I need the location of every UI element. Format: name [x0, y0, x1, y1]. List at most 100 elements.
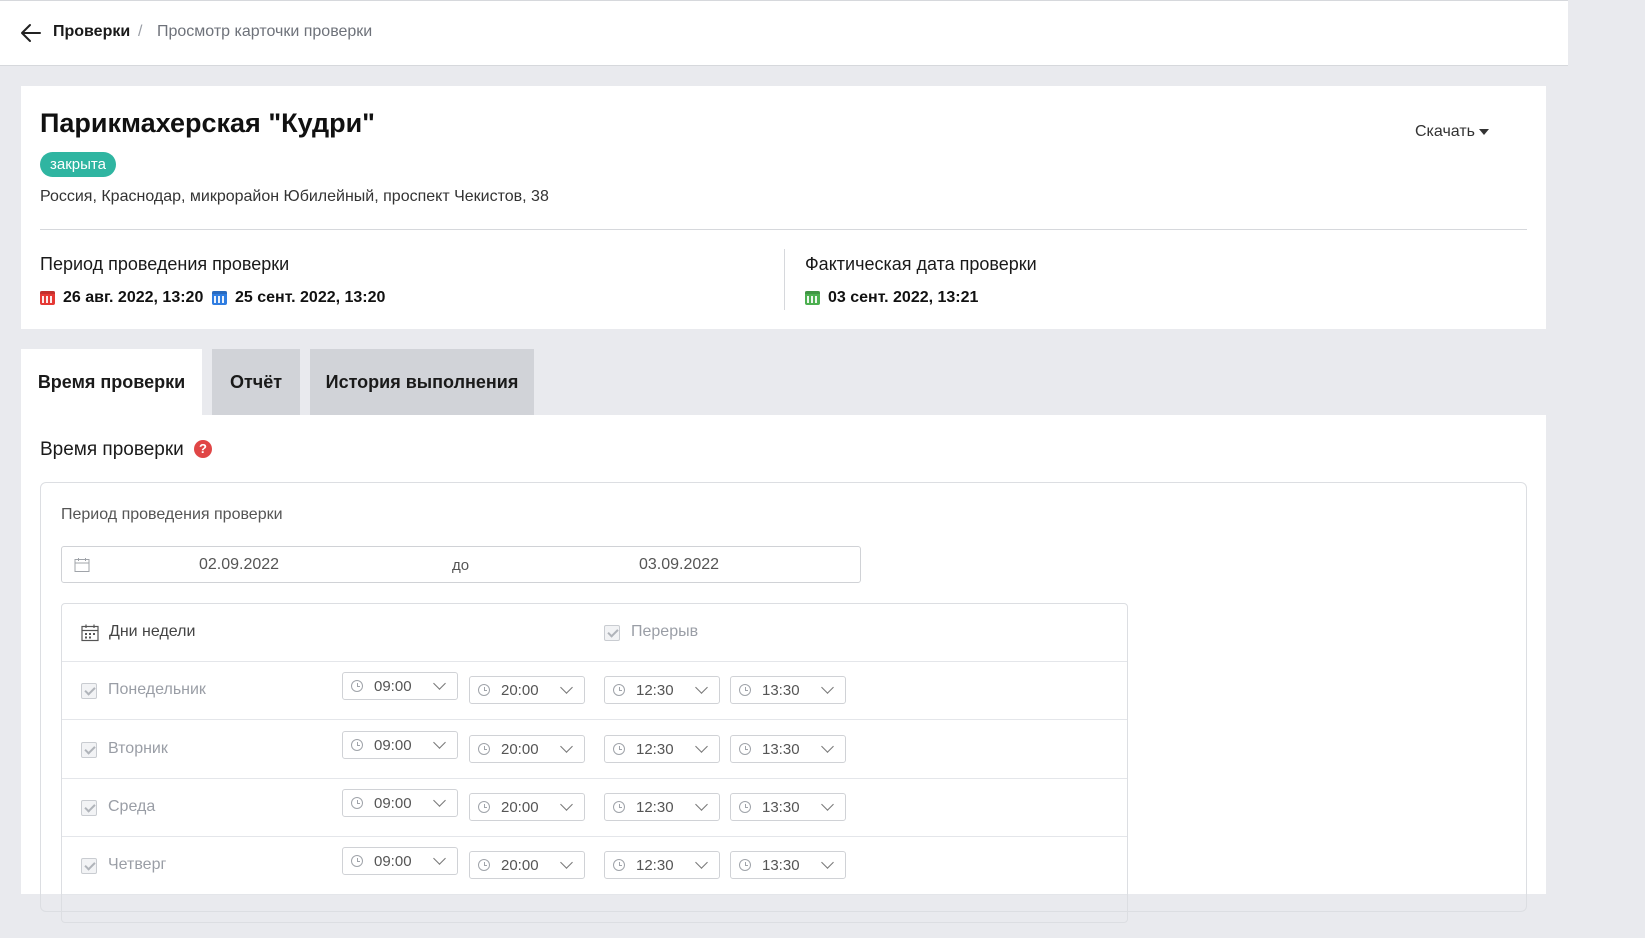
- end-time-select[interactable]: 20:00: [469, 735, 585, 763]
- chevron-down-icon: [695, 798, 708, 811]
- tab-label: История выполнения: [325, 371, 519, 392]
- period-end-value: 25 сент. 2022, 13:20: [235, 289, 386, 306]
- period-start: 26 авг. 2022, 13:20: [40, 289, 203, 307]
- clock-icon: [478, 859, 490, 871]
- end-time-value: 20:00: [501, 857, 539, 874]
- chevron-down-icon: [433, 677, 446, 690]
- clock-icon: [478, 743, 490, 755]
- arrow-left-icon[interactable]: [20, 22, 42, 44]
- chevron-down-icon: [695, 681, 708, 694]
- chevron-down-icon: [433, 852, 446, 865]
- chevron-down-icon: [560, 740, 573, 753]
- end-time-value: 20:00: [501, 682, 539, 699]
- start-time-select[interactable]: 09:00: [342, 847, 458, 875]
- clock-icon: [351, 855, 363, 867]
- weekday-schedule: Дни недели Перерыв Понедельник 09:00 20:…: [61, 603, 1128, 923]
- break-end-value: 13:30: [762, 857, 800, 874]
- period-label: Период проведения проверки: [40, 254, 290, 274]
- tab-time[interactable]: Время проверки: [21, 349, 202, 415]
- break-end-value: 13:30: [762, 682, 800, 699]
- vertical-divider: [784, 249, 785, 310]
- day-label: Четверг: [108, 856, 167, 873]
- break-start-select[interactable]: 12:30: [604, 793, 720, 821]
- calendar-fact-icon: [805, 291, 820, 305]
- tab-history[interactable]: История выполнения: [310, 349, 534, 415]
- download-button[interactable]: Скачать: [1415, 123, 1489, 141]
- day-checkbox[interactable]: [81, 800, 97, 816]
- start-time-select[interactable]: 09:00: [342, 731, 458, 759]
- day-checkbox[interactable]: [81, 742, 97, 758]
- clock-icon: [351, 739, 363, 751]
- clock-icon: [613, 859, 625, 871]
- date-range-input[interactable]: 02.09.2022 до 03.09.2022: [61, 546, 861, 583]
- end-time-select[interactable]: 20:00: [469, 851, 585, 879]
- end-time-value: 20:00: [501, 741, 539, 758]
- period-end: 25 сент. 2022, 13:20: [212, 289, 385, 307]
- chevron-down-icon: [433, 794, 446, 807]
- schedule-row: Понедельник 09:00 20:00 12:30 13:30: [62, 662, 1127, 720]
- tab-report[interactable]: Отчёт: [212, 349, 300, 415]
- calendar-icon: [81, 624, 99, 642]
- end-time-select[interactable]: 20:00: [469, 676, 585, 704]
- calendar-icon: [74, 558, 90, 572]
- download-label: Скачать: [1415, 123, 1475, 140]
- break-start-value: 12:30: [636, 682, 674, 699]
- calendar-end-icon: [212, 291, 227, 305]
- chevron-down-icon: [821, 798, 834, 811]
- fact-date-label: Фактическая дата проверки: [805, 254, 1037, 274]
- chevron-down-icon: [821, 856, 834, 869]
- fact-date-value: 03 сент. 2022, 13:21: [828, 289, 979, 306]
- day-label: Среда: [108, 798, 156, 815]
- clock-icon: [478, 801, 490, 813]
- clock-icon: [351, 797, 363, 809]
- date-range-from: 02.09.2022: [199, 556, 280, 573]
- date-range-to: 03.09.2022: [639, 556, 720, 573]
- breadcrumb-bar: Проверки / Просмотр карточки проверки: [0, 0, 1568, 66]
- break-start-select[interactable]: 12:30: [604, 851, 720, 879]
- clock-icon: [613, 743, 625, 755]
- clock-icon: [351, 680, 363, 692]
- break-start-value: 12:30: [636, 741, 674, 758]
- chevron-down-icon: [821, 681, 834, 694]
- chevron-down-icon: [695, 740, 708, 753]
- time-settings-box: Период проведения проверки 02.09.2022 до…: [40, 482, 1527, 923]
- tab-label: Отчёт: [229, 371, 283, 392]
- start-time-select[interactable]: 09:00: [342, 672, 458, 700]
- help-icon[interactable]: ?: [194, 440, 212, 458]
- clock-icon: [613, 801, 625, 813]
- chevron-down-icon: [560, 798, 573, 811]
- start-time-value: 09:00: [374, 853, 412, 870]
- start-time-value: 09:00: [374, 795, 412, 812]
- break-end-select[interactable]: 13:30: [730, 793, 846, 821]
- breadcrumb-root-link[interactable]: Проверки: [53, 23, 130, 41]
- divider: [40, 229, 1527, 230]
- fact-date: 03 сент. 2022, 13:21: [805, 289, 978, 307]
- break-start-select[interactable]: 12:30: [604, 676, 720, 704]
- tab-label: Время проверки: [37, 371, 186, 392]
- clock-icon: [739, 743, 751, 755]
- day-label: Понедельник: [108, 681, 206, 698]
- break-start-select[interactable]: 12:30: [604, 735, 720, 763]
- chevron-down-icon: [821, 740, 834, 753]
- chevron-down-icon: [560, 681, 573, 694]
- end-time-select[interactable]: 20:00: [469, 793, 585, 821]
- end-time-value: 20:00: [501, 799, 539, 816]
- start-time-select[interactable]: 09:00: [342, 789, 458, 817]
- schedule-row: Четверг 09:00 20:00 12:30 13:30: [62, 837, 1127, 895]
- clock-icon: [613, 684, 625, 696]
- break-end-select[interactable]: 13:30: [730, 676, 846, 704]
- break-checkbox[interactable]: [604, 625, 620, 641]
- day-checkbox[interactable]: [81, 858, 97, 874]
- day-checkbox[interactable]: [81, 683, 97, 699]
- break-end-select[interactable]: 13:30: [730, 851, 846, 879]
- status-badge: закрыта: [40, 152, 116, 177]
- breadcrumb-separator: /: [138, 23, 143, 40]
- clock-icon: [478, 684, 490, 696]
- schedule-header: Дни недели Перерыв: [62, 604, 1127, 662]
- clock-icon: [739, 801, 751, 813]
- address-text: Россия, Краснодар, микрорайон Юбилейный,…: [40, 188, 549, 205]
- calendar-start-icon: [40, 291, 55, 305]
- page-title: Парикмахерская "Кудри": [40, 108, 375, 138]
- break-end-select[interactable]: 13:30: [730, 735, 846, 763]
- date-range-separator: до: [452, 557, 470, 574]
